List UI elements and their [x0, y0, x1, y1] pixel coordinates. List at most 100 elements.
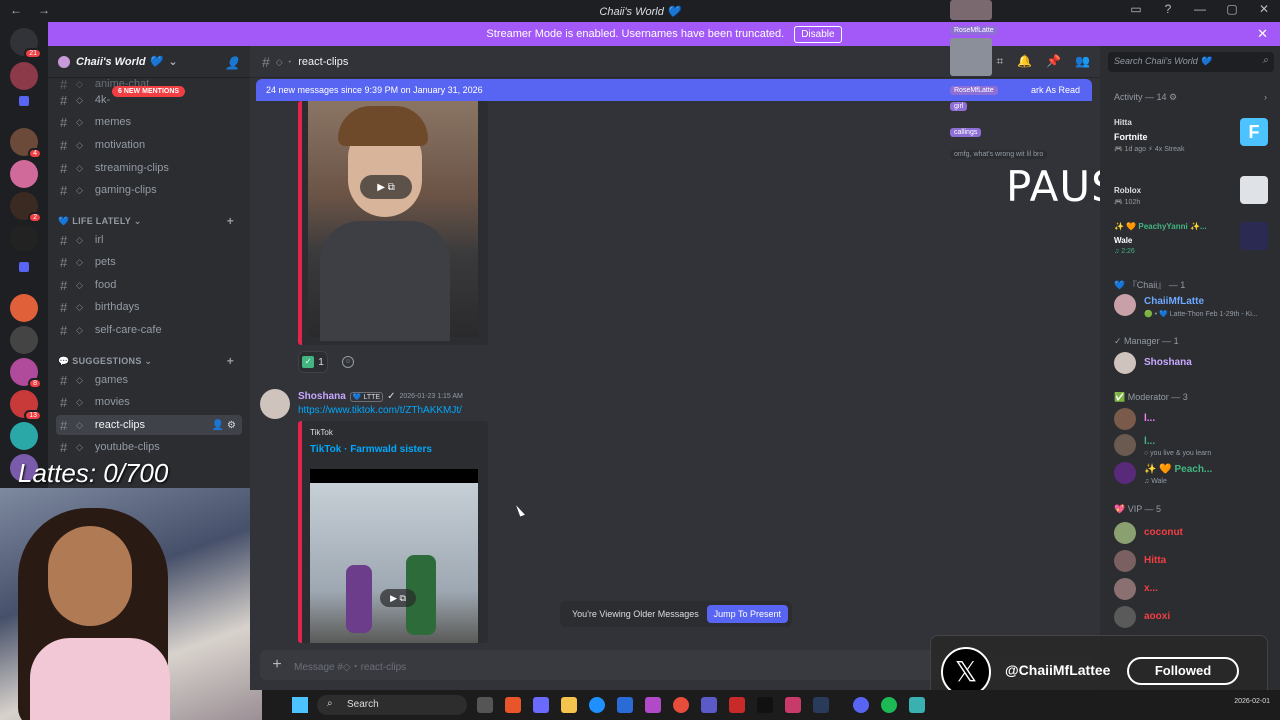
channel-item[interactable]: # ◇ youtube-clips	[56, 437, 242, 457]
embed-provider[interactable]: TikTok	[310, 428, 333, 437]
avatar[interactable]	[260, 389, 290, 419]
inbox-icon[interactable]: ▭	[1128, 2, 1144, 16]
server-icon[interactable]	[10, 294, 38, 322]
overlay-chat-message: girl	[950, 102, 968, 111]
overlay-chat-name: RoseMfLatte	[950, 26, 998, 35]
server-icon[interactable]	[10, 422, 38, 450]
add-channel-icon[interactable]: +	[227, 214, 234, 228]
member-row[interactable]: coconut	[1114, 520, 1274, 550]
channel-title: react-clips	[298, 55, 349, 68]
video-embed[interactable]: ▶ ⧉	[302, 101, 488, 345]
channel-item[interactable]: # ◇ birthdays	[56, 297, 242, 317]
member-row[interactable]: x...	[1114, 576, 1274, 606]
dm-home-icon[interactable]: 21	[10, 28, 42, 59]
channel-item[interactable]: # ◇ pets	[56, 252, 242, 272]
search-icon: ⌕	[327, 698, 333, 709]
app-icon[interactable]	[505, 697, 521, 713]
channel-item[interactable]: # ◇ movies	[56, 392, 242, 412]
embed-title[interactable]: TikTok · Farmwald sisters	[310, 444, 432, 455]
server-icon[interactable]: 4	[10, 128, 42, 159]
activity-card[interactable]: Roblox 🎮 102h	[1114, 176, 1274, 206]
discord-icon[interactable]	[853, 697, 869, 713]
channel-item-active[interactable]: # ◇ react-clips 👤 ⚙	[56, 415, 242, 435]
teams-icon[interactable]	[701, 697, 717, 713]
message-link[interactable]: https://www.tiktok.com/t/ZThAKKMJt/	[298, 405, 462, 416]
member-row[interactable]: aooxi	[1114, 604, 1274, 634]
system-clock[interactable]: 2026-02-01	[1234, 698, 1270, 705]
server-icon[interactable]: 2	[10, 192, 42, 223]
close-icon[interactable]: ✕	[1257, 26, 1268, 42]
folder-icon[interactable]	[19, 262, 29, 272]
category-header[interactable]: 💬 SUGGESTIONS ⌄ +	[58, 354, 238, 368]
search-input[interactable]: Search Chaii's World 💙 ⌕	[1108, 52, 1274, 72]
app-icon[interactable]	[909, 697, 925, 713]
add-channel-icon[interactable]: +	[227, 354, 234, 368]
help-icon[interactable]: ?	[1160, 2, 1176, 16]
play-icon[interactable]: ▶ ⧉	[360, 175, 412, 199]
server-icon[interactable]: 13	[10, 390, 42, 421]
server-icon[interactable]	[10, 62, 38, 90]
folder-icon[interactable]	[19, 96, 29, 106]
avatar	[1114, 462, 1136, 484]
message-timestamp: 2026-01-23 1:15 AM	[399, 393, 463, 400]
message-author[interactable]: Shoshana 💙 LTTE ✓ 2026-01-23 1:15 AM	[298, 391, 463, 402]
member-list: Search Chaii's World 💙 ⌕ Activity — 14 ⚙ ›…	[1100, 46, 1280, 690]
taskbar-search[interactable]: ⌕ Search	[317, 695, 467, 715]
close-icon[interactable]: ✕	[1256, 2, 1272, 16]
channel-item[interactable]: # ◇ gaming-clips	[56, 180, 242, 200]
channel-settings-icon[interactable]: 👤 ⚙	[212, 420, 236, 431]
activity-card[interactable]: Hitta Fortnite 🎮 1d ago ⚡ 4x Streak F	[1114, 118, 1274, 153]
category-header[interactable]: 💙 LIFE LATELY ⌄ +	[58, 214, 238, 228]
server-icon[interactable]: 8	[10, 358, 42, 389]
app-icon[interactable]	[617, 697, 633, 713]
taskview-icon[interactable]	[477, 697, 493, 713]
edge-icon[interactable]	[589, 697, 605, 713]
server-icon[interactable]	[10, 160, 38, 188]
member-row[interactable]: l... ○ you live & you learn	[1114, 432, 1274, 462]
activity-header[interactable]: Activity — 14 ⚙ ›	[1114, 92, 1267, 103]
windows-start-icon[interactable]	[292, 697, 308, 713]
channel-item[interactable]: # ◇ memes	[56, 112, 242, 132]
server-icon[interactable]	[10, 224, 38, 252]
app-icon[interactable]	[533, 697, 549, 713]
channel-item[interactable]: # ◇ games	[56, 370, 242, 390]
add-reaction-icon[interactable]: ☺	[342, 356, 354, 368]
overlay-avatar	[950, 38, 992, 76]
reaction-chip[interactable]: ✓ 1	[298, 351, 328, 373]
channel-item[interactable]: # ◇ food	[56, 275, 242, 295]
app-icon[interactable]	[729, 697, 745, 713]
guild-icon	[58, 55, 70, 68]
app-icon[interactable]	[645, 697, 661, 713]
window-title: Chaii's World 💙	[599, 6, 681, 18]
invite-icon[interactable]: 👤	[225, 56, 240, 70]
channel-item[interactable]: # ◇ self-care-cafe	[56, 320, 242, 340]
file-explorer-icon[interactable]	[561, 697, 577, 713]
followed-button[interactable]: Followed	[1127, 657, 1239, 685]
channel-item[interactable]: # ◇ irl	[56, 230, 242, 250]
tiktok-icon[interactable]	[757, 697, 773, 713]
member-row[interactable]: ChaiiMfLatte 🟢 • 💙 Latte-Thon Feb 1-29th…	[1114, 292, 1274, 322]
link-embed: TikTok TikTok · Farmwald sisters ▶ ⧉	[302, 421, 488, 643]
steam-icon[interactable]	[813, 697, 829, 713]
minimize-icon[interactable]: —	[1192, 2, 1208, 16]
channel-item[interactable]: # ◇ motivation	[56, 135, 242, 155]
chevron-down-icon: ⌄	[168, 56, 178, 68]
play-icon[interactable]: ▶ ⧉	[380, 589, 416, 607]
new-mentions-pill[interactable]: 6 NEW MENTIONS	[112, 86, 186, 97]
embed-video[interactable]: ▶ ⧉	[310, 469, 478, 643]
disable-button[interactable]: Disable	[794, 25, 842, 43]
channel-item[interactable]: # ◇ streaming-clips	[56, 158, 242, 178]
app-icon[interactable]	[785, 697, 801, 713]
webcam-overlay	[0, 488, 262, 720]
member-row[interactable]: Shoshana	[1114, 350, 1274, 380]
member-row[interactable]: ✨ 🧡 Peach... ♫ Wale	[1114, 460, 1274, 490]
avatar	[1114, 352, 1136, 374]
member-row[interactable]: Hitta	[1114, 548, 1274, 578]
attach-icon[interactable]: +	[260, 656, 294, 674]
jump-to-present-button[interactable]: Jump To Present	[706, 605, 788, 623]
server-icon[interactable]	[10, 326, 38, 354]
activity-card[interactable]: ✨ 🧡 PeachyYanni ✨... Wale ♫ 2:26	[1114, 222, 1274, 255]
chrome-icon[interactable]	[673, 697, 689, 713]
spotify-icon[interactable]	[881, 697, 897, 713]
maximize-icon[interactable]: ▢	[1224, 2, 1240, 16]
